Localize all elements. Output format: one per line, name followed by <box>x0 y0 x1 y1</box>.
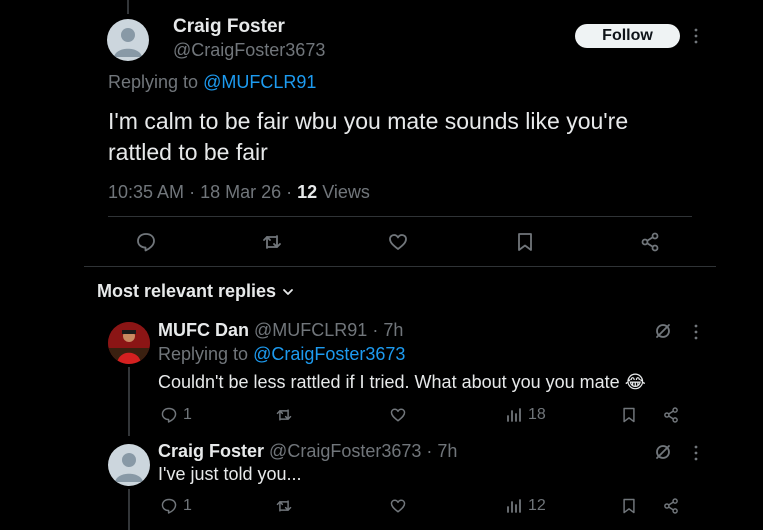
reply-icon[interactable]: 1 <box>160 406 192 424</box>
views-count: 18 <box>528 406 546 423</box>
replying-prefix: Replying to <box>158 344 249 364</box>
post-text-line-2: rattled to be fair <box>108 139 268 165</box>
thread-line <box>128 367 130 436</box>
reply-text-body: Couldn't be less rattled if I tried. Wha… <box>158 372 620 392</box>
divider <box>84 266 716 267</box>
reply-header: Craig Foster @CraigFoster3673 · 7h <box>158 441 457 462</box>
replying-handle-link[interactable]: @MUFCLR91 <box>203 72 316 92</box>
post-meta: 10:35 AM · 18 Mar 26 · 12 Views <box>108 182 370 203</box>
retweet-icon[interactable] <box>275 406 293 424</box>
avatar[interactable] <box>107 19 149 61</box>
reply-author-name[interactable]: Craig Foster <box>158 441 264 461</box>
replying-to: Replying to @CraigFoster3673 <box>158 344 405 365</box>
grok-icon[interactable] <box>654 443 672 461</box>
meta-separator: · <box>426 441 433 461</box>
more-options-icon[interactable] <box>686 443 706 463</box>
grok-icon[interactable] <box>654 322 672 340</box>
reply-count: 1 <box>183 497 192 514</box>
views-count: 12 <box>528 497 546 514</box>
follow-button[interactable]: Follow <box>575 24 680 48</box>
retweet-icon[interactable] <box>275 497 293 515</box>
post-date[interactable]: 18 Mar 26 <box>200 182 281 202</box>
share-icon[interactable] <box>639 231 661 253</box>
meta-separator: · <box>286 182 293 202</box>
post-text: I'm calm to be fair wbu you mate sounds … <box>108 106 628 168</box>
chevron-down-icon <box>281 285 295 299</box>
reply-sort-label: Most relevant replies <box>97 281 277 301</box>
replying-handle-link[interactable]: @CraigFoster3673 <box>253 344 405 364</box>
author-handle[interactable]: @CraigFoster3673 <box>173 40 325 61</box>
divider <box>108 216 692 217</box>
reply-icon[interactable]: 1 <box>160 497 192 515</box>
reply-author-handle[interactable]: @CraigFoster3673 <box>269 441 421 461</box>
bookmark-icon[interactable] <box>514 231 536 253</box>
reply-text: I've just told you... <box>158 464 302 484</box>
reply-time[interactable]: 7h <box>383 320 403 340</box>
replying-prefix: Replying to <box>108 72 199 92</box>
reply-author-name[interactable]: MUFC Dan <box>158 320 249 340</box>
laughing-emoji-icon: 😂 <box>624 372 646 392</box>
like-icon[interactable] <box>389 497 407 515</box>
author-name[interactable]: Craig Foster <box>173 16 285 38</box>
meta-separator: · <box>189 182 196 202</box>
analytics-icon[interactable]: 18 <box>505 406 546 424</box>
more-options-icon[interactable] <box>686 322 706 342</box>
reply-icon[interactable] <box>135 231 157 253</box>
reply-text: Couldn't be less rattled if I tried. Wha… <box>158 372 646 393</box>
bookmark-icon[interactable] <box>620 497 638 515</box>
share-icon[interactable] <box>662 406 680 424</box>
retweet-icon[interactable] <box>261 231 283 253</box>
thread-line <box>128 489 130 530</box>
avatar[interactable] <box>108 444 150 486</box>
share-icon[interactable] <box>662 497 680 515</box>
reply-sort-dropdown[interactable]: Most relevant replies <box>97 281 295 302</box>
analytics-icon[interactable]: 12 <box>505 497 546 515</box>
more-options-icon[interactable] <box>686 26 706 46</box>
thread-line-top <box>127 0 129 14</box>
post-time[interactable]: 10:35 AM <box>108 182 184 202</box>
like-icon[interactable] <box>389 406 407 424</box>
views-count: 12 <box>297 182 318 202</box>
like-icon[interactable] <box>387 231 409 253</box>
avatar[interactable] <box>108 322 150 364</box>
replying-to: Replying to @MUFCLR91 <box>108 72 316 93</box>
bookmark-icon[interactable] <box>620 406 638 424</box>
reply-count: 1 <box>183 406 192 423</box>
reply-time[interactable]: 7h <box>437 441 457 461</box>
reply-header: MUFC Dan @MUFCLR91 · 7h <box>158 320 403 341</box>
meta-separator: · <box>372 320 379 340</box>
post-text-line-1: I'm calm to be fair wbu you mate sounds … <box>108 108 629 134</box>
views-label: Views <box>322 182 370 202</box>
reply-author-handle[interactable]: @MUFCLR91 <box>254 320 367 340</box>
